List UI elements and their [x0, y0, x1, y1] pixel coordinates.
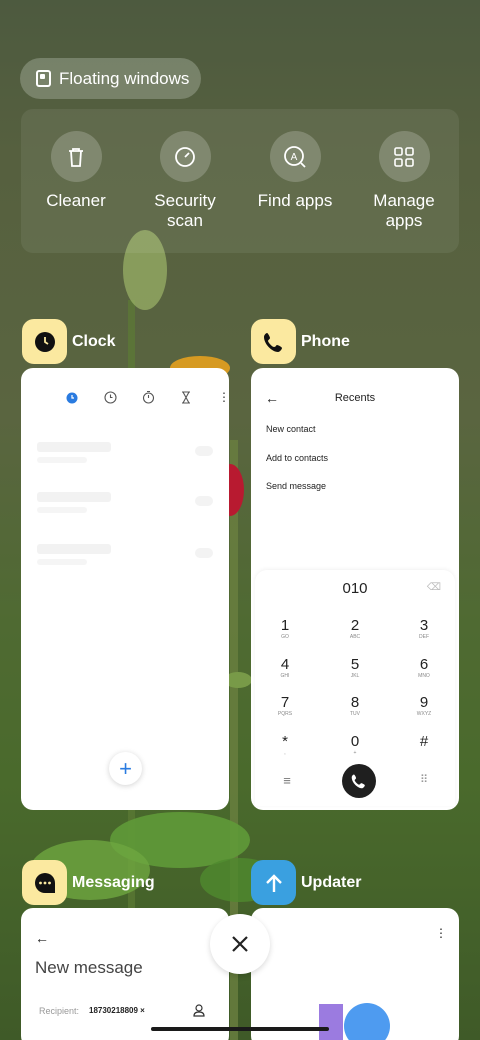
alarm-row	[37, 442, 213, 468]
floating-window-icon	[36, 70, 51, 87]
clock-icon	[22, 319, 67, 364]
clock-app-header[interactable]: Clock	[22, 319, 116, 364]
floating-windows-label: Floating windows	[59, 68, 190, 88]
phone-card[interactable]: ← Recents New contact Add to contacts Se…	[251, 368, 459, 810]
security-scan-button[interactable]: Security scan	[130, 131, 240, 231]
phone-app-header[interactable]: Phone	[251, 319, 350, 364]
cleaner-label: Cleaner	[46, 191, 106, 210]
recents-title: Recents	[334, 392, 376, 404]
dial-key[interactable]: 7 PQRS	[265, 695, 305, 718]
trash-icon	[50, 131, 102, 182]
dial-key[interactable]: 0 +	[335, 734, 375, 757]
dial-key[interactable]: 4 GHI	[265, 657, 305, 680]
call-icon	[351, 774, 365, 789]
timer-tab-icon[interactable]	[179, 390, 193, 404]
menu-icon[interactable]: ≡	[267, 773, 307, 788]
messaging-app-header[interactable]: Messaging	[22, 860, 155, 905]
contact-picker-icon[interactable]	[193, 1004, 205, 1017]
home-indicator[interactable]	[151, 1027, 329, 1031]
keypad-icon[interactable]: ⠿	[404, 773, 444, 786]
clock-card[interactable]: ⋮ +	[21, 368, 229, 810]
messaging-card[interactable]: ← New message Recipient: 18730218809 ×	[21, 908, 229, 1040]
new-message-title: New message	[35, 958, 143, 977]
dial-key[interactable]: 6 MNO	[404, 657, 444, 680]
manage-apps-label: Manage apps	[373, 191, 435, 230]
find-apps-label: Find apps	[257, 191, 333, 210]
add-to-contacts-item[interactable]: Add to contacts	[266, 453, 328, 463]
more-options-icon[interactable]: ⋮	[435, 926, 447, 940]
dial-key[interactable]: 1 GO	[265, 618, 305, 641]
dial-key[interactable]: 9 WXYZ	[404, 695, 444, 718]
dial-key[interactable]: 3 DEF	[404, 618, 444, 641]
dial-key[interactable]: #	[404, 734, 444, 750]
updater-app-header[interactable]: Updater	[251, 860, 361, 905]
backspace-icon[interactable]: ⌫	[427, 582, 441, 593]
clock-tabs: ⋮	[65, 390, 229, 404]
updater-app-name: Updater	[301, 873, 362, 891]
messaging-app-name: Messaging	[72, 873, 155, 891]
find-apps-icon: A	[269, 131, 321, 182]
alarm-row	[37, 544, 213, 570]
dial-key[interactable]: 5 JKL	[335, 657, 375, 680]
close-icon	[232, 936, 248, 952]
manage-apps-button[interactable]: Manage apps	[349, 131, 459, 231]
recipient-label: Recipient:	[39, 1006, 80, 1016]
grid-icon	[378, 131, 430, 182]
security-scan-icon	[159, 131, 211, 182]
clock-app-name: Clock	[72, 332, 116, 350]
new-contact-item[interactable]: New contact	[266, 424, 316, 434]
alarm-tab-icon[interactable]	[65, 390, 79, 404]
close-all-button[interactable]	[210, 914, 270, 974]
svg-text:A: A	[291, 152, 298, 163]
dial-key[interactable]: 8 TUV	[335, 695, 375, 718]
call-button[interactable]	[342, 764, 376, 798]
more-options-icon[interactable]: ⋮	[217, 390, 229, 404]
updater-card[interactable]: ⋮	[251, 908, 459, 1040]
world-clock-tab-icon[interactable]	[103, 390, 117, 404]
phone-app-name: Phone	[301, 332, 350, 350]
updater-icon	[251, 860, 296, 905]
messaging-icon	[22, 860, 67, 905]
dial-key[interactable]: *,	[265, 734, 305, 757]
send-message-item[interactable]: Send message	[266, 481, 326, 491]
dialed-number: 010	[342, 580, 368, 597]
security-scan-label: Security scan	[154, 191, 216, 230]
add-alarm-button[interactable]: +	[109, 752, 142, 785]
floating-windows-button[interactable]: Floating windows	[20, 58, 201, 99]
dial-key[interactable]: 2 ABC	[335, 618, 375, 641]
dialpad: 010 ⌫ 1 GO 2 ABC 3 DEF 4 GHI 5 JKL 6 MNO 7 PQRS…	[255, 570, 455, 806]
cleaner-button[interactable]: Cleaner	[21, 131, 131, 211]
miui-logo-graphic	[319, 1003, 390, 1040]
stopwatch-tab-icon[interactable]	[141, 390, 155, 404]
find-apps-button[interactable]: A Find apps	[240, 131, 350, 211]
recipient-chip[interactable]: 18730218809 ×	[89, 1006, 145, 1015]
phone-icon	[251, 319, 296, 364]
back-arrow-icon[interactable]: ←	[35, 930, 49, 946]
alarm-row	[37, 492, 213, 518]
quick-tools-panel: Cleaner Security scan A Find apps Manage…	[21, 109, 459, 253]
